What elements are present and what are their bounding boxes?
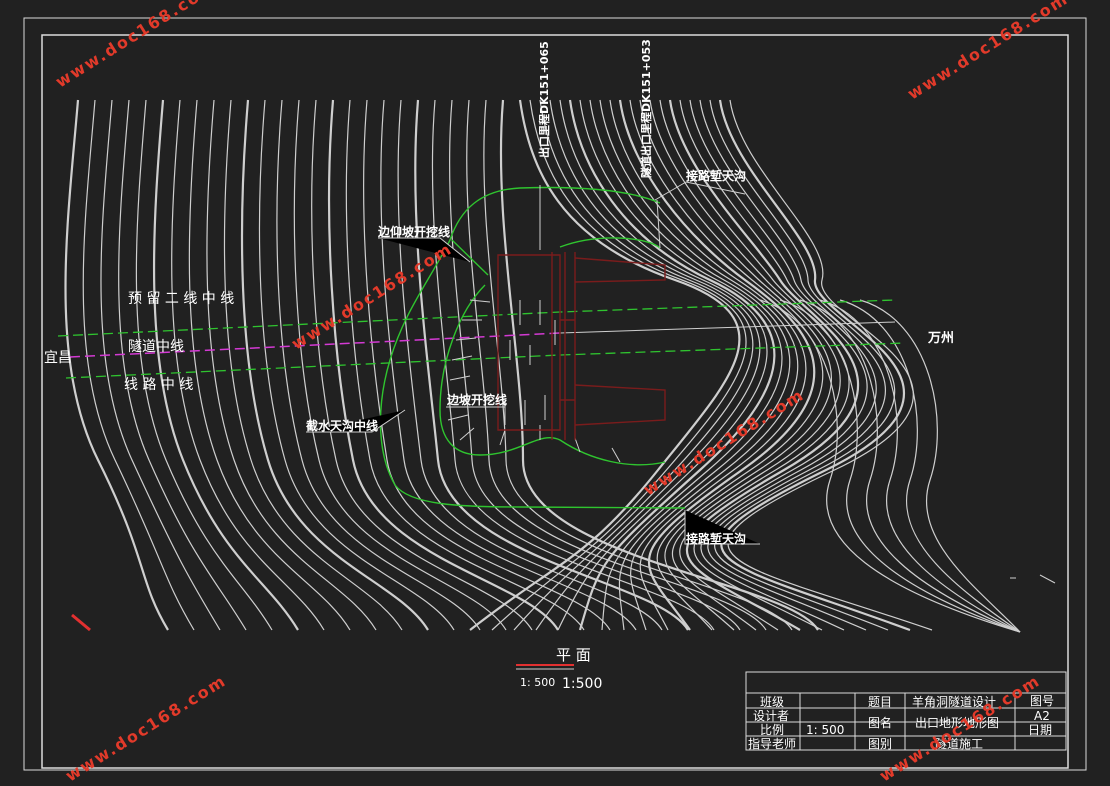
slope-hachures: [447, 185, 661, 463]
north-marker: [71, 613, 91, 632]
contour-line: [345, 99, 585, 631]
tb-topic-label: 题目: [868, 695, 892, 709]
label-tunnel-line: 隧道中线: [128, 339, 184, 355]
outer-frame: [23, 17, 1087, 771]
tb-type-label: 图别: [868, 737, 892, 751]
tb-number-label: 图号: [1030, 694, 1054, 708]
contour-line: [223, 99, 403, 631]
contour-line: [499, 99, 819, 631]
contour-line: [718, 99, 911, 632]
contour-lines: [64, 99, 1021, 633]
contour-line: [579, 99, 783, 631]
scale-large: 1:500: [562, 676, 602, 692]
scale-small: 1: 500: [520, 676, 555, 689]
route-centerline: [65, 342, 906, 379]
tb-designer-label: 设计者: [753, 709, 789, 723]
label-drain-top: 接路堑天沟: [686, 168, 746, 183]
watermark-top-left: www.doc168.com: [52, 0, 220, 91]
tb-name-label: 图名: [868, 715, 892, 730]
tb-class-label: 班级: [760, 695, 784, 709]
label-slope-lower: 边坡开挖线: [446, 392, 507, 407]
portal-structure: [497, 252, 666, 440]
label-drain-center: 截水天沟中线: [306, 418, 378, 433]
label-reserved-line: 预 留 二 线 中 线: [128, 291, 234, 307]
tb-scale-label: 比例: [760, 723, 784, 737]
label-route-line: 线 路 中 线: [124, 377, 193, 393]
label-portal-chainage: 隧道出口里程DK151+053: [639, 39, 653, 178]
contour-line: [240, 99, 429, 631]
label-slope-upper: 边仰坡开挖线: [377, 224, 450, 239]
contour-line: [819, 299, 1021, 633]
tb-number-value: A2: [1034, 709, 1050, 723]
label-left-town: 宜昌: [44, 350, 72, 366]
drawing-canvas: 出口里程DK151+065 隧道出口里程DK151+053 接路堑天沟 边仰坡开…: [23, 0, 1087, 785]
contour-line: [293, 99, 507, 631]
label-exit-chainage: 出口里程DK151+065: [537, 41, 551, 158]
tb-date-label: 日期: [1028, 723, 1052, 737]
view-title: 平 面: [556, 646, 591, 664]
tb-scale-value: 1: 500: [806, 723, 844, 737]
watermark-center: www.doc168.com: [288, 239, 456, 354]
contour-line: [64, 99, 169, 631]
watermark-top-right: www.doc168.com: [904, 0, 1072, 103]
contour-line: [118, 99, 247, 631]
tb-advisor-label: 指导老师: [748, 736, 796, 751]
inner-frame: [41, 34, 1069, 769]
label-right-town: 万州: [927, 331, 954, 346]
label-drain-bottom: 接路堑天沟: [686, 531, 746, 546]
